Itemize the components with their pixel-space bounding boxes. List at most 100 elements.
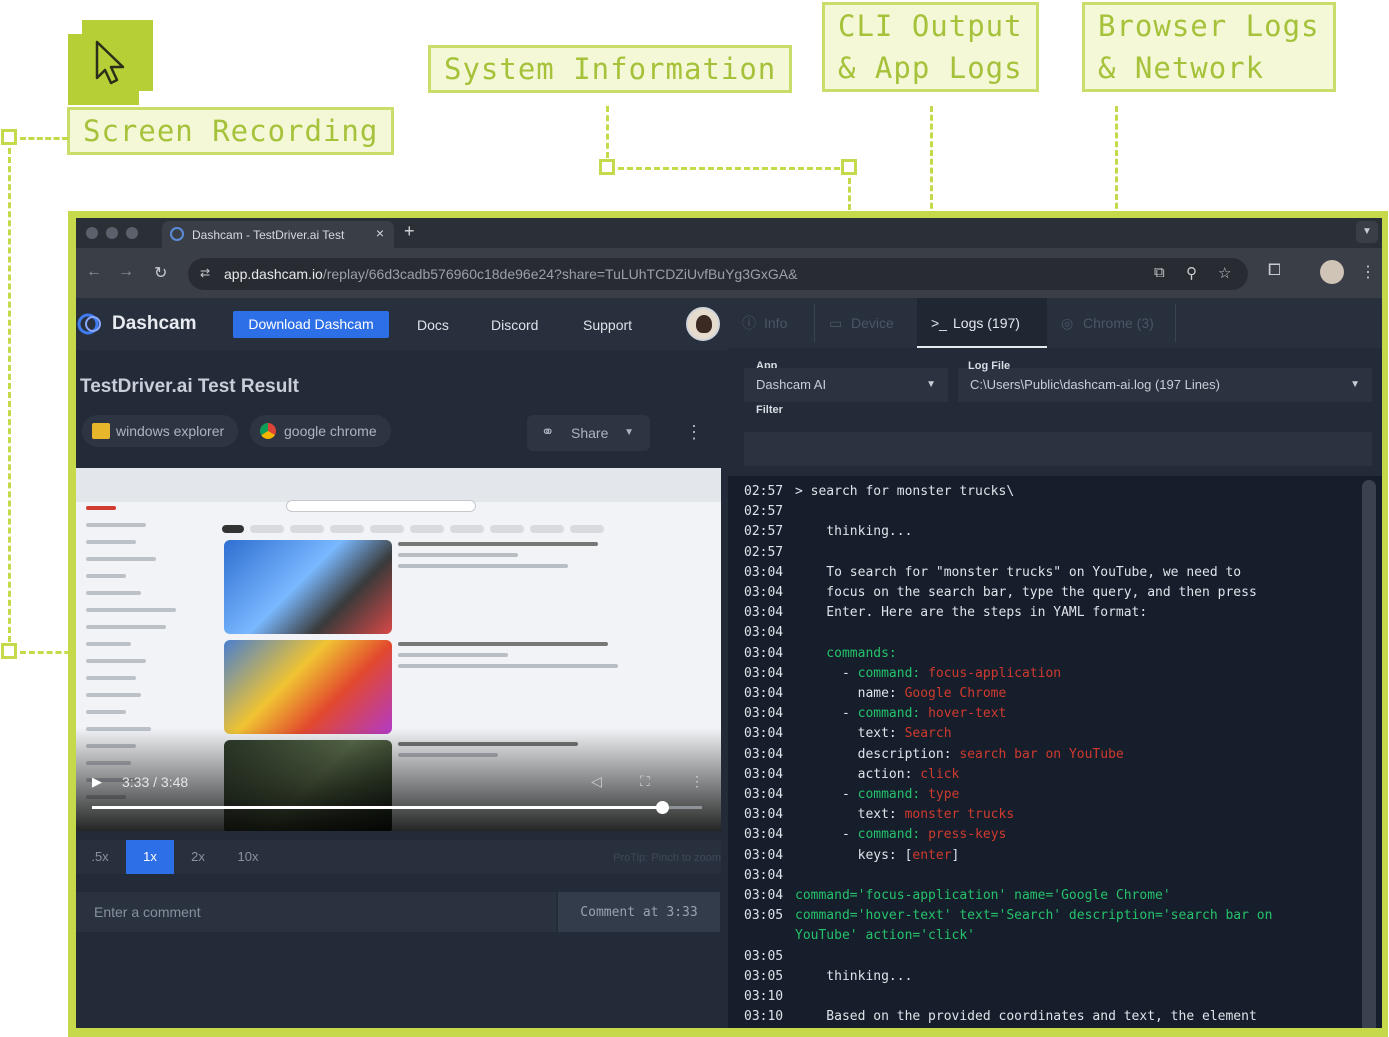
tab-device[interactable]: ▭ Device <box>815 298 917 348</box>
download-dashcam-button[interactable]: Download Dashcam <box>233 311 389 338</box>
log-timestamp: 02:57 <box>744 504 784 520</box>
callout-screen-recording: Screen Recording <box>67 107 395 155</box>
recorded-browser-chrome <box>76 468 721 502</box>
bookmark-star-icon[interactable]: ☆ <box>1218 264 1231 282</box>
back-icon[interactable]: ← <box>86 263 102 281</box>
browser-tab-title: Dashcam - TestDriver.ai Test <box>192 228 345 242</box>
callout-system-information: System Information <box>428 45 793 93</box>
log-segment: command: <box>857 827 929 843</box>
video-scrubber[interactable] <box>92 801 702 814</box>
log-segment: enter <box>912 847 952 863</box>
filter-input[interactable] <box>744 432 1372 466</box>
site-settings-icon[interactable]: ⇄ <box>200 266 210 280</box>
log-timestamp: 03:10 <box>744 989 784 1005</box>
install-app-icon[interactable]: ⧉ <box>1154 264 1165 281</box>
close-tab-icon[interactable]: × <box>376 225 384 241</box>
comment-input[interactable] <box>76 892 556 932</box>
log-segment: YouTube' action='click' <box>795 928 976 944</box>
volume-icon[interactable]: ◁ <box>591 773 602 790</box>
window-close-control[interactable] <box>86 227 98 239</box>
log-scrollbar[interactable] <box>1362 480 1376 1028</box>
log-timestamp: 02:57 <box>744 544 784 560</box>
log-text: keys: [enter] <box>795 846 960 866</box>
log-file-select[interactable]: C:\Users\Public\dashcam-ai.log (197 Line… <box>958 368 1372 402</box>
speed-2x[interactable]: 2x <box>174 840 222 874</box>
log-segment: keys: [ <box>795 847 913 863</box>
speed-0-5x[interactable]: .5x <box>76 840 124 874</box>
log-line: 03:04 - command: type <box>744 785 1272 805</box>
address-url: app.dashcam.io/replay/66d3cadb576960c18d… <box>224 266 797 282</box>
play-icon[interactable]: ▶ <box>92 774 102 790</box>
app-select[interactable]: Dashcam AI ▼ <box>744 368 948 402</box>
log-timestamp: 03:04 <box>744 726 784 742</box>
video-player[interactable]: ▶ 3:33 / 3:48 ◁ ⛶ ⋮ <box>76 468 721 831</box>
nav-support[interactable]: Support <box>583 317 632 333</box>
new-tab-icon[interactable]: + <box>404 221 415 242</box>
log-timestamp: 03:04 <box>744 807 784 823</box>
chevron-down-icon: ▼ <box>1350 379 1360 390</box>
folder-icon <box>92 423 110 439</box>
player-more-icon[interactable]: ⋮ <box>690 773 704 790</box>
log-text: > search for monster trucks\ <box>795 482 1014 502</box>
user-avatar[interactable] <box>686 307 720 341</box>
reload-icon[interactable]: ↻ <box>154 263 167 283</box>
address-bar[interactable]: ⇄ app.dashcam.io/replay/66d3cadb576960c1… <box>188 258 1248 290</box>
browser-menu-icon[interactable]: ⋮ <box>1360 262 1376 282</box>
comment-button[interactable]: Comment at 3:33 <box>558 892 720 932</box>
share-button[interactable]: ⚭ Share ▼ <box>527 415 650 451</box>
tab-label: Info <box>764 315 788 331</box>
nav-docs[interactable]: Docs <box>417 317 449 333</box>
recorded-filter-chips <box>222 520 642 533</box>
browser-profile-avatar[interactable] <box>1320 260 1344 284</box>
log-line: 02:57 <box>744 543 1272 563</box>
log-segment: To search for "monster trucks" on YouTub… <box>795 564 1242 580</box>
tab-label: Device <box>851 315 894 331</box>
tab-divider <box>1175 304 1176 342</box>
zoom-icon[interactable]: ⚲ <box>1186 264 1197 282</box>
tab-chrome[interactable]: ◎ Chrome (3) <box>1047 298 1175 348</box>
connector-node <box>599 159 615 175</box>
log-text: command='focus-application' name='Google… <box>795 886 1171 906</box>
log-line: 02:57 <box>744 502 1272 522</box>
log-line: 03:04 - command: focus-application <box>744 664 1272 684</box>
log-segment: hover-text <box>928 706 1007 722</box>
window-maximize-control[interactable] <box>126 227 138 239</box>
app-chip-google-chrome[interactable]: google chrome <box>250 415 391 447</box>
speed-10x[interactable]: 10x <box>224 840 272 874</box>
log-segment: monster trucks <box>904 807 1015 823</box>
tab-logs[interactable]: >_ Logs (197) <box>917 298 1047 348</box>
log-timestamp: 03:04 <box>744 665 784 681</box>
log-timestamp: 03:04 <box>744 564 784 580</box>
video-timestamp: 3:33 / 3:48 <box>122 774 189 790</box>
log-line: 03:04 To search for "monster trucks" on … <box>744 563 1272 583</box>
tab-search-chevron-icon[interactable]: ▼ <box>1356 221 1378 243</box>
log-line: YouTube' action='click' <box>744 926 1272 946</box>
log-timestamp: 03:04 <box>744 706 784 722</box>
chip-label: windows explorer <box>116 423 225 439</box>
browser-tab[interactable]: Dashcam - TestDriver.ai Test × <box>162 221 394 248</box>
nav-discord[interactable]: Discord <box>491 317 538 333</box>
log-viewer[interactable]: 02:57 > search for monster trucks\ 02:57 02… <box>728 476 1382 1028</box>
app-chip-windows-explorer[interactable]: windows explorer <box>82 415 239 447</box>
log-text: that matches "Search" with the descripti… <box>795 1027 1272 1028</box>
log-text: focus on the search bar, type the query,… <box>795 583 1256 603</box>
video-meta <box>398 542 628 575</box>
log-timestamp: 02:57 <box>744 524 784 540</box>
window-minimize-control[interactable] <box>106 227 118 239</box>
url-host: app.dashcam.io <box>224 266 323 282</box>
log-timestamp: 03:04 <box>744 746 784 762</box>
tab-label: Chrome (3) <box>1083 315 1154 331</box>
video-progress <box>92 806 663 809</box>
tab-info[interactable]: ⓘ Info <box>728 298 814 348</box>
more-options-icon[interactable]: ⋮ <box>685 422 703 443</box>
tab-label: Logs (197) <box>953 315 1020 331</box>
fullscreen-icon[interactable]: ⛶ <box>640 773 650 790</box>
log-timestamp: 03:05 <box>744 948 784 964</box>
speed-1x[interactable]: 1x <box>126 840 174 874</box>
log-line: 03:05 <box>744 947 1272 967</box>
forward-icon[interactable]: → <box>118 263 134 281</box>
extensions-icon[interactable]: ⧠ <box>1268 262 1281 280</box>
log-timestamp: 03:04 <box>744 827 784 843</box>
chrome-icon: ◎ <box>1061 315 1074 331</box>
tab-strip: Dashcam - TestDriver.ai Test × + ▼ <box>76 218 1382 248</box>
